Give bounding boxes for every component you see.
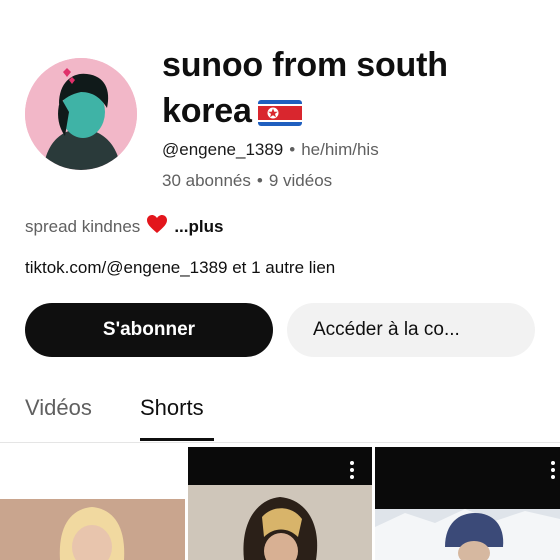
more-link[interactable]: ...plus <box>174 217 223 237</box>
north-korea-flag-icon <box>257 94 302 140</box>
more-vert-icon[interactable] <box>350 461 356 479</box>
active-tab-indicator <box>140 438 214 441</box>
subscribe-button[interactable]: S'abonner <box>25 303 273 357</box>
tabs-divider <box>0 442 560 443</box>
red-heart-icon <box>146 214 168 239</box>
short-thumbnail[interactable] <box>0 447 185 560</box>
channel-stats: 30 abonnés • 9 vidéos <box>162 171 332 191</box>
thumbnail-image <box>375 447 560 560</box>
avatar-image <box>25 58 137 170</box>
channel-links[interactable]: tiktok.com/@engene_1389 et 1 autre lien <box>25 258 335 278</box>
tab-videos[interactable]: Vidéos <box>25 395 92 421</box>
channel-handle-line: @engene_1389 • he/him/his <box>162 140 379 160</box>
tab-shorts[interactable]: Shorts <box>140 395 204 421</box>
video-count: 9 vidéos <box>268 171 333 190</box>
description-text: spread kindnes <box>25 216 141 236</box>
short-thumbnail[interactable] <box>188 447 372 560</box>
thumbnail-image <box>0 447 185 560</box>
short-thumbnail[interactable] <box>375 447 560 560</box>
pronouns: he/him/his <box>301 140 379 159</box>
channel-description[interactable]: spread kindnes ...plus <box>25 214 223 239</box>
channel-title: sunoo from south korea <box>162 42 542 140</box>
separator-dot: • <box>256 171 263 190</box>
channel-name: sunoo from south korea <box>162 46 448 130</box>
separator-dot: • <box>289 140 296 159</box>
channel-avatar[interactable] <box>25 58 137 170</box>
thumbnail-image <box>188 447 372 560</box>
join-community-button[interactable]: Accéder à la co... <box>287 303 535 357</box>
more-vert-icon[interactable] <box>551 461 557 479</box>
subscriber-count: 30 abonnés <box>162 171 251 190</box>
channel-handle: @engene_1389 <box>162 140 284 159</box>
